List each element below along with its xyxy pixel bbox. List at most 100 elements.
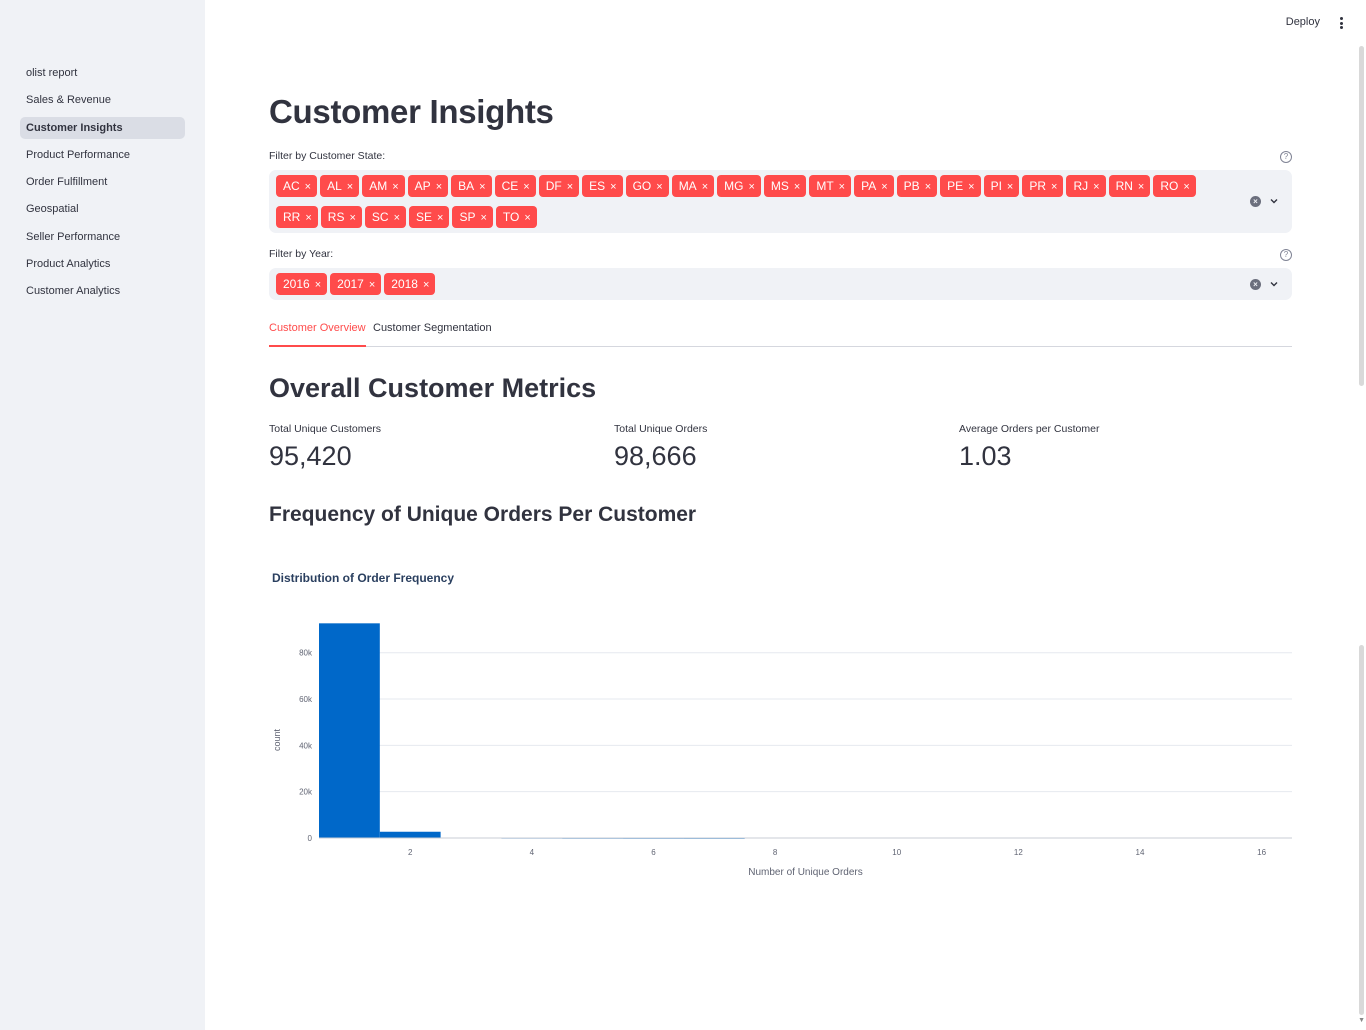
metric-value: 98,666 — [614, 441, 697, 471]
selected-chip: MT × — [809, 175, 852, 197]
order-frequency-chart: 0 20k 40k 60k 80k 2 4 6 8 10 12 14 16 Number of Uniqu… — [272, 623, 1292, 878]
x-tick-label: 6 — [651, 848, 656, 857]
chevron-down-icon[interactable] — [1269, 196, 1279, 206]
sidebar-item-geospatial[interactable]: Geospatial — [20, 198, 185, 220]
state-filter-label: Filter by Customer State: — [269, 150, 386, 162]
remove-chip-icon[interactable]: × — [881, 181, 887, 193]
remove-chip-icon[interactable]: × — [394, 212, 400, 224]
remove-chip-icon[interactable]: × — [436, 181, 442, 193]
remove-chip-icon[interactable]: × — [1138, 181, 1144, 193]
bar — [379, 831, 441, 838]
chip-label: MG — [724, 179, 744, 193]
selected-chip: SC × — [364, 206, 406, 228]
remove-chip-icon[interactable]: × — [305, 212, 311, 224]
year-help-icon[interactable]: ? — [1280, 249, 1292, 261]
chip-label: MS — [770, 179, 789, 193]
selected-chip: TO × — [495, 206, 537, 228]
y-tick-label: 60k — [299, 695, 313, 704]
remove-chip-icon[interactable]: × — [839, 181, 845, 193]
chip-label: RO — [1160, 179, 1179, 193]
main-menu-icon[interactable] — [1340, 17, 1344, 29]
remove-chip-icon[interactable]: × — [1007, 181, 1013, 193]
selected-chip: PR × — [1022, 175, 1064, 197]
remove-chip-icon[interactable]: × — [305, 181, 311, 193]
y-tick-label: 20k — [299, 788, 313, 797]
remove-chip-icon[interactable]: × — [794, 181, 800, 193]
remove-chip-icon[interactable]: × — [1093, 181, 1099, 193]
remove-chip-icon[interactable]: × — [480, 212, 486, 224]
clear-all-icon[interactable]: × — [1250, 279, 1261, 290]
sidebar-item-olist-report[interactable]: olist report — [20, 62, 185, 84]
year-multiselect[interactable]: 2016 × 2017 × 2018 × × — [269, 268, 1292, 300]
frequency-section-title: Frequency of Unique Orders Per Customer — [269, 503, 697, 526]
sidebar: olist report Sales & Revenue Customer Insi… — [0, 0, 205, 1030]
chart-title: Distribution of Order Frequency — [272, 571, 455, 585]
selected-chip: RN × — [1108, 175, 1151, 197]
metric-label: Average Orders per Customer — [959, 423, 1100, 435]
selected-chip: SE × — [409, 206, 450, 228]
scroll-down-arrow-icon[interactable]: ▼ — [1358, 1017, 1365, 1024]
remove-chip-icon[interactable]: × — [315, 279, 321, 291]
remove-chip-icon[interactable]: × — [423, 279, 429, 291]
chip-label: RN — [1115, 179, 1133, 193]
tab-customer-overview[interactable]: Customer Overview — [269, 322, 366, 347]
remove-chip-icon[interactable]: × — [567, 181, 573, 193]
remove-chip-icon[interactable]: × — [349, 212, 355, 224]
scrollbar-thumb[interactable] — [1359, 645, 1364, 1015]
remove-chip-icon[interactable]: × — [347, 181, 353, 193]
remove-chip-icon[interactable]: × — [437, 212, 443, 224]
metric-unique-customers: Total Unique Customers 95,420 — [269, 423, 381, 472]
metric-value: 1.03 — [959, 441, 1012, 471]
chip-label: CE — [501, 179, 519, 193]
tab-bar: Customer Overview Customer Segmentation — [269, 316, 1292, 347]
chip-label: PB — [903, 179, 920, 193]
sidebar-item-seller-performance[interactable]: Seller Performance — [20, 226, 185, 248]
state-help-icon[interactable]: ? — [1280, 151, 1292, 163]
chevron-down-icon[interactable] — [1269, 279, 1279, 289]
chip-label: SE — [416, 210, 433, 224]
remove-chip-icon[interactable]: × — [968, 181, 974, 193]
remove-chip-icon[interactable]: × — [702, 181, 708, 193]
sidebar-item-product-analytics[interactable]: Product Analytics — [20, 253, 185, 275]
chip-label: 2017 — [337, 277, 364, 291]
remove-chip-icon[interactable]: × — [1183, 181, 1189, 193]
chip-label: 2016 — [283, 277, 310, 291]
x-tick-label: 14 — [1136, 848, 1145, 857]
selected-chip: PB × — [896, 175, 938, 197]
remove-chip-icon[interactable]: × — [610, 181, 616, 193]
chip-label: 2018 — [391, 277, 418, 291]
sidebar-item-product-performance[interactable]: Product Performance — [20, 144, 185, 166]
sidebar-nav: olist report Sales & Revenue Customer Insi… — [20, 62, 185, 308]
selected-chip: RJ × — [1066, 175, 1106, 197]
remove-chip-icon[interactable]: × — [392, 181, 398, 193]
remove-chip-icon[interactable]: × — [523, 181, 529, 193]
scrollbar-thumb-top[interactable] — [1359, 46, 1364, 386]
bar — [319, 623, 380, 838]
sidebar-item-customer-insights[interactable]: Customer Insights — [20, 116, 185, 139]
selected-chip: PI × — [983, 175, 1020, 197]
chip-label: SC — [371, 210, 389, 224]
selected-chip: AM × — [362, 175, 405, 197]
sidebar-item-customer-analytics[interactable]: Customer Analytics — [20, 280, 185, 302]
tab-customer-segmentation[interactable]: Customer Segmentation — [373, 322, 492, 347]
remove-chip-icon[interactable]: × — [925, 181, 931, 193]
selected-chip: RR × — [276, 206, 318, 228]
selected-chip: AC × — [276, 175, 318, 197]
chip-label: SP — [459, 210, 476, 224]
metric-label: Total Unique Customers — [269, 423, 382, 435]
sidebar-item-order-fulfillment[interactable]: Order Fulfillment — [20, 171, 185, 193]
clear-all-icon[interactable]: × — [1250, 196, 1261, 207]
deploy-button[interactable]: Deploy — [1286, 16, 1320, 28]
remove-chip-icon[interactable]: × — [748, 181, 754, 193]
sidebar-item-sales-revenue[interactable]: Sales & Revenue — [20, 89, 185, 111]
selected-chip: SP × — [452, 206, 493, 228]
remove-chip-icon[interactable]: × — [369, 279, 375, 291]
chip-label: AP — [414, 179, 431, 193]
metric-unique-orders: Total Unique Orders 98,666 — [614, 423, 707, 472]
remove-chip-icon[interactable]: × — [479, 181, 485, 193]
x-tick-label: 2 — [408, 848, 413, 857]
state-multiselect[interactable]: AC × AL × AM × AP × BA × CE × DF × ES × GO × MA × MG × MS × MT × P… — [269, 170, 1292, 233]
remove-chip-icon[interactable]: × — [656, 181, 662, 193]
remove-chip-icon[interactable]: × — [524, 212, 530, 224]
remove-chip-icon[interactable]: × — [1051, 181, 1057, 193]
